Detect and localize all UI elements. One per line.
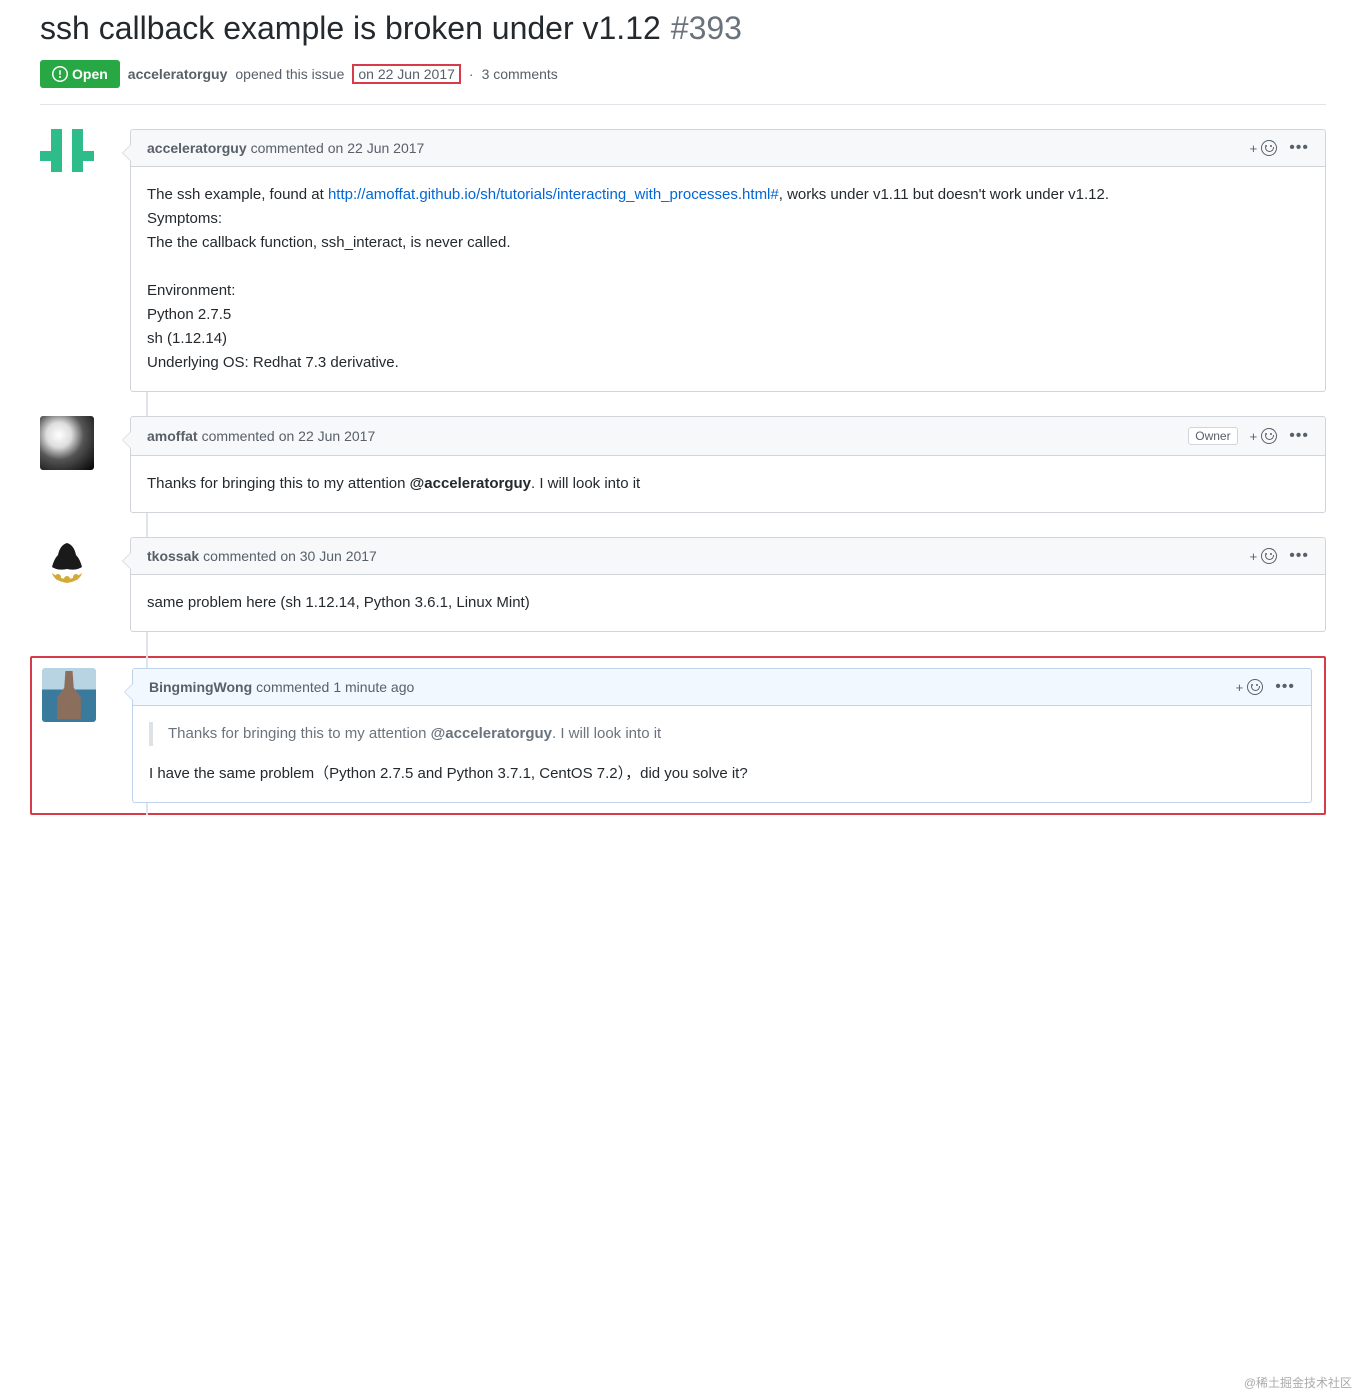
separator: · <box>469 66 474 82</box>
comment-body: Thanks for bringing this to my attention… <box>131 456 1325 512</box>
smiley-icon <box>1261 140 1277 156</box>
comment-author-link[interactable]: amoffat <box>147 428 198 444</box>
comment-header: amoffat commented on 22 Jun 2017 Owner +… <box>131 417 1325 456</box>
comment-menu-button[interactable]: ••• <box>1289 548 1309 564</box>
highlight-date: on 22 Jun 2017 <box>352 64 461 84</box>
kebab-icon: ••• <box>1289 548 1309 564</box>
issue-author-link[interactable]: acceleratorguy <box>128 66 228 82</box>
comment-menu-button[interactable]: ••• <box>1289 140 1309 156</box>
add-reaction-button[interactable]: + <box>1250 548 1278 564</box>
issue-meta: Open acceleratorguy opened this issue on… <box>40 60 1326 88</box>
opened-text: opened this issue <box>235 66 344 82</box>
issue-title: ssh callback example is broken under v1.… <box>40 8 661 48</box>
body-link[interactable]: http://amoffat.github.io/sh/tutorials/in… <box>328 186 779 203</box>
kebab-icon: ••• <box>1289 428 1309 444</box>
mention-link[interactable]: @acceleratorguy <box>410 475 531 492</box>
comment-header: tkossak commented on 30 Jun 2017 + ••• <box>131 538 1325 575</box>
mention-link[interactable]: @acceleratorguy <box>431 725 552 742</box>
add-reaction-button[interactable]: + <box>1250 140 1278 156</box>
avatar[interactable] <box>40 129 94 183</box>
comment-author-link[interactable]: BingmingWong <box>149 679 252 695</box>
comment-verb: commented <box>251 140 324 156</box>
comment-date[interactable]: on 22 Jun 2017 <box>279 428 376 444</box>
timeline: acceleratorguy commented on 22 Jun 2017 … <box>40 129 1326 815</box>
comment-menu-button[interactable]: ••• <box>1275 679 1295 695</box>
kebab-icon: ••• <box>1275 679 1295 695</box>
comment-body: The ssh example, found at http://amoffat… <box>131 167 1325 391</box>
comment-body: same problem here (sh 1.12.14, Python 3.… <box>131 575 1325 631</box>
comment-header: BingmingWong commented 1 minute ago + ••… <box>133 669 1311 706</box>
smiley-icon <box>1247 679 1263 695</box>
comment-body: Thanks for bringing this to my attention… <box>133 706 1311 802</box>
role-badge: Owner <box>1188 427 1237 445</box>
comment-verb: commented <box>256 679 329 695</box>
add-reaction-button[interactable]: + <box>1250 428 1278 444</box>
comments-count: 3 comments <box>482 66 558 82</box>
comment-author-link[interactable]: tkossak <box>147 548 199 564</box>
comment-header: acceleratorguy commented on 22 Jun 2017 … <box>131 130 1325 167</box>
issue-number: #393 <box>671 10 742 47</box>
issue-open-icon <box>52 66 68 82</box>
quote-block: Thanks for bringing this to my attention… <box>149 722 1295 746</box>
avatar[interactable] <box>42 668 96 722</box>
highlight-box: BingmingWong commented 1 minute ago + ••… <box>30 656 1326 815</box>
comment-item: tkossak commented on 30 Jun 2017 + ••• s… <box>130 537 1326 632</box>
state-badge-open: Open <box>40 60 120 88</box>
comment-author-link[interactable]: acceleratorguy <box>147 140 247 156</box>
comment-item: BingmingWong commented 1 minute ago + ••… <box>132 668 1312 803</box>
smiley-icon <box>1261 428 1277 444</box>
avatar[interactable] <box>40 416 94 470</box>
issue-header: ssh callback example is broken under v1.… <box>40 0 1326 105</box>
comment-verb: commented <box>203 548 276 564</box>
comment-verb: commented <box>202 428 275 444</box>
comment-date[interactable]: 1 minute ago <box>333 679 414 695</box>
add-reaction-button[interactable]: + <box>1236 679 1264 695</box>
comment-date[interactable]: on 30 Jun 2017 <box>280 548 377 564</box>
comment-item: acceleratorguy commented on 22 Jun 2017 … <box>130 129 1326 392</box>
comment-menu-button[interactable]: ••• <box>1289 428 1309 444</box>
kebab-icon: ••• <box>1289 140 1309 156</box>
state-label: Open <box>72 66 108 82</box>
watermark: @稀土掘金技术社区 <box>1244 1374 1352 1391</box>
smiley-icon <box>1261 548 1277 564</box>
comment-item: amoffat commented on 22 Jun 2017 Owner +… <box>130 416 1326 513</box>
comment-date[interactable]: on 22 Jun 2017 <box>328 140 425 156</box>
avatar[interactable] <box>40 537 94 591</box>
